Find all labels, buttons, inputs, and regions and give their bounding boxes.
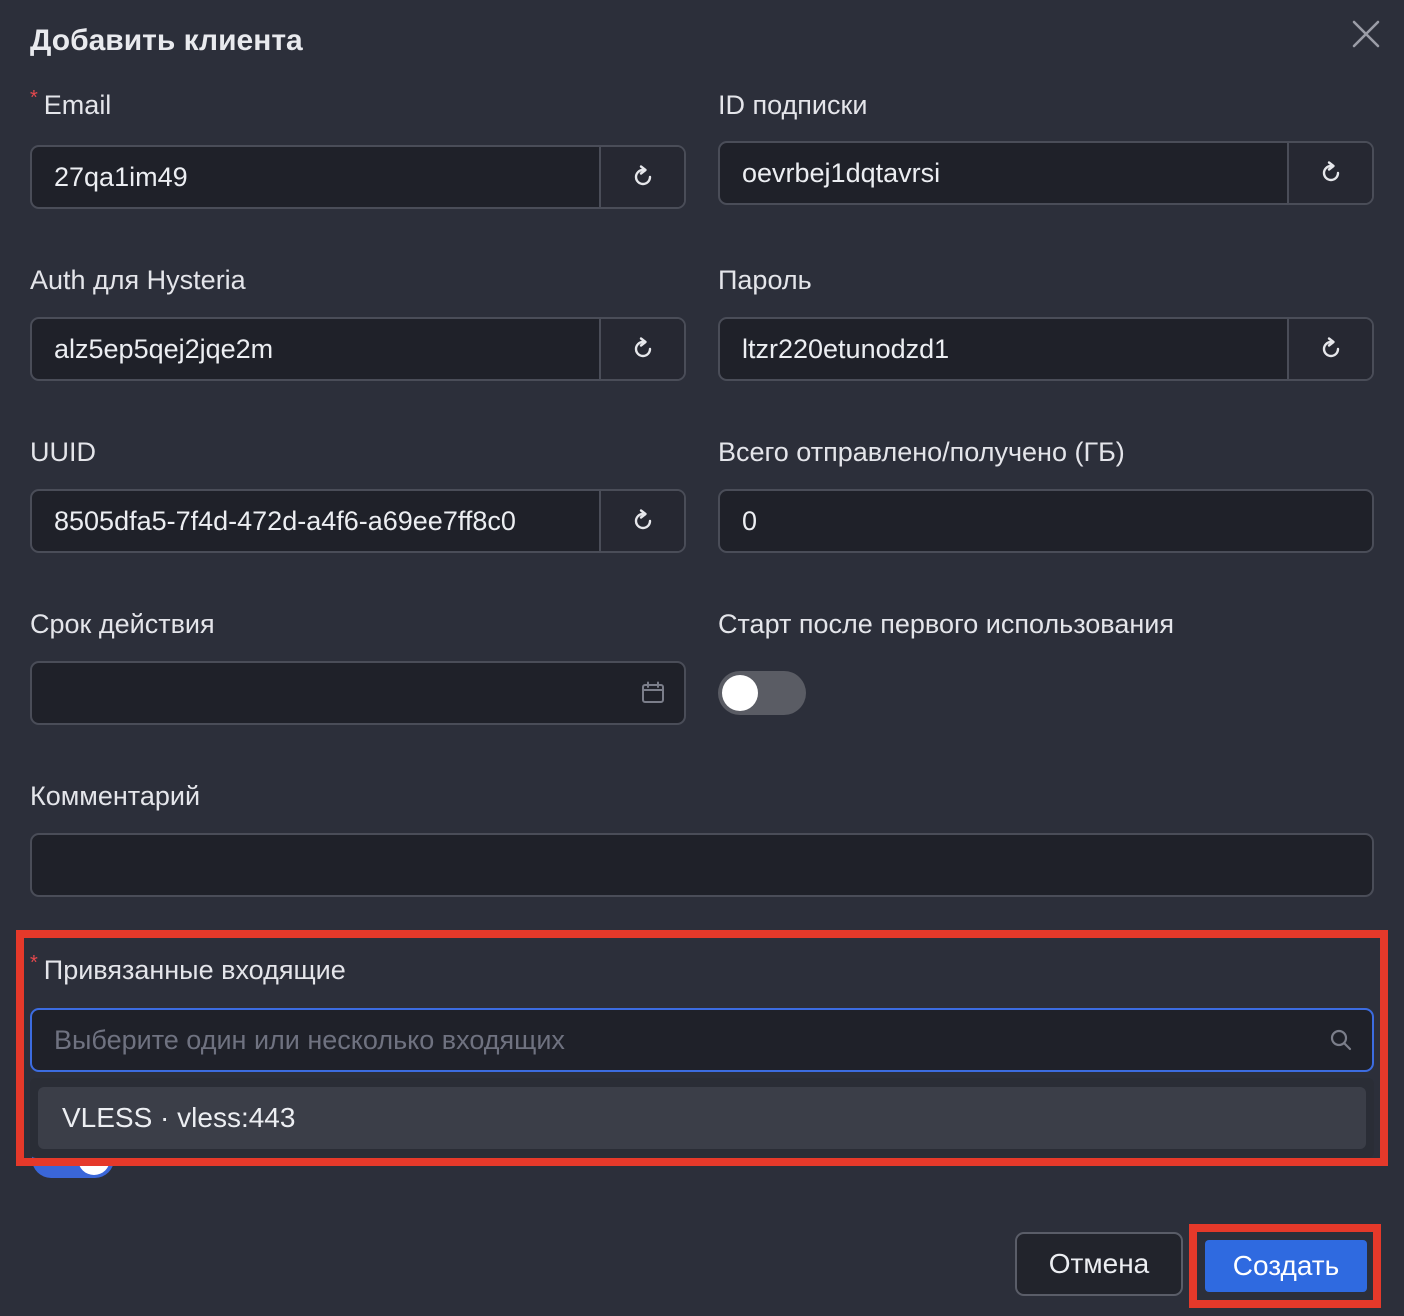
comment-label: Комментарий <box>30 781 201 811</box>
required-marker: * <box>30 952 38 974</box>
hysteria-auth-field-group <box>30 317 686 381</box>
hysteria-auth-input[interactable] <box>32 319 599 379</box>
uuid-field-group <box>30 489 686 553</box>
regenerate-subscription-id-button[interactable] <box>1287 143 1372 203</box>
password-input[interactable] <box>720 319 1287 379</box>
subscription-id-label: ID подписки <box>718 90 868 120</box>
regenerate-email-button[interactable] <box>599 147 684 207</box>
traffic-label: Всего отправлено/получено (ГБ) <box>718 437 1125 467</box>
uuid-label: UUID <box>30 437 96 467</box>
start-after-first-use-toggle[interactable] <box>718 671 806 715</box>
email-input[interactable] <box>32 147 599 207</box>
refresh-icon <box>634 337 651 358</box>
inbounds-dropdown: VLESS · vless:443 <box>30 1078 1374 1158</box>
expiry-date-input[interactable] <box>32 663 622 723</box>
inbounds-placeholder: Выберите один или несколько входящих <box>54 1024 565 1055</box>
close-icon[interactable] <box>1348 16 1384 52</box>
calendar-icon[interactable] <box>622 663 684 723</box>
inbounds-label: * Привязанные входящие <box>30 952 346 986</box>
inbounds-select[interactable]: Выберите один или несколько входящих <box>30 1008 1374 1072</box>
regenerate-password-button[interactable] <box>1287 319 1372 379</box>
create-button[interactable]: Создать <box>1205 1240 1367 1292</box>
start-after-first-use-label: Старт после первого использования <box>718 609 1174 639</box>
hysteria-auth-label: Auth для Hysteria <box>30 265 246 295</box>
search-icon <box>1310 1027 1372 1053</box>
subscription-id-field-group <box>718 141 1374 205</box>
traffic-field-group <box>718 489 1374 553</box>
refresh-icon <box>634 165 651 186</box>
email-label: * Email <box>30 87 112 121</box>
refresh-icon <box>634 509 651 530</box>
inbound-option[interactable]: VLESS · vless:443 <box>38 1087 1366 1149</box>
cancel-button[interactable]: Отмена <box>1015 1232 1183 1296</box>
email-label-text: Email <box>43 90 112 120</box>
inbounds-label-text: Привязанные входящие <box>43 955 346 985</box>
regenerate-uuid-button[interactable] <box>599 491 684 551</box>
subscription-id-input[interactable] <box>720 143 1287 203</box>
expiry-label: Срок действия <box>30 609 215 639</box>
add-client-dialog: Добавить клиента *Email ID подписки Auth… <box>0 0 1404 1316</box>
comment-field-group <box>30 833 1374 897</box>
traffic-input[interactable] <box>720 491 1372 551</box>
comment-input[interactable] <box>32 835 1372 895</box>
dialog-title: Добавить клиента <box>30 24 303 57</box>
toggle-knob <box>722 675 758 711</box>
expiry-field-group <box>30 661 686 725</box>
refresh-icon <box>1322 161 1339 182</box>
uuid-input[interactable] <box>32 491 599 551</box>
refresh-icon <box>1322 337 1339 358</box>
email-field-group <box>30 145 686 209</box>
password-field-group <box>718 317 1374 381</box>
required-marker: * <box>30 87 38 109</box>
regenerate-hysteria-auth-button[interactable] <box>599 319 684 379</box>
password-label: Пароль <box>718 265 812 295</box>
